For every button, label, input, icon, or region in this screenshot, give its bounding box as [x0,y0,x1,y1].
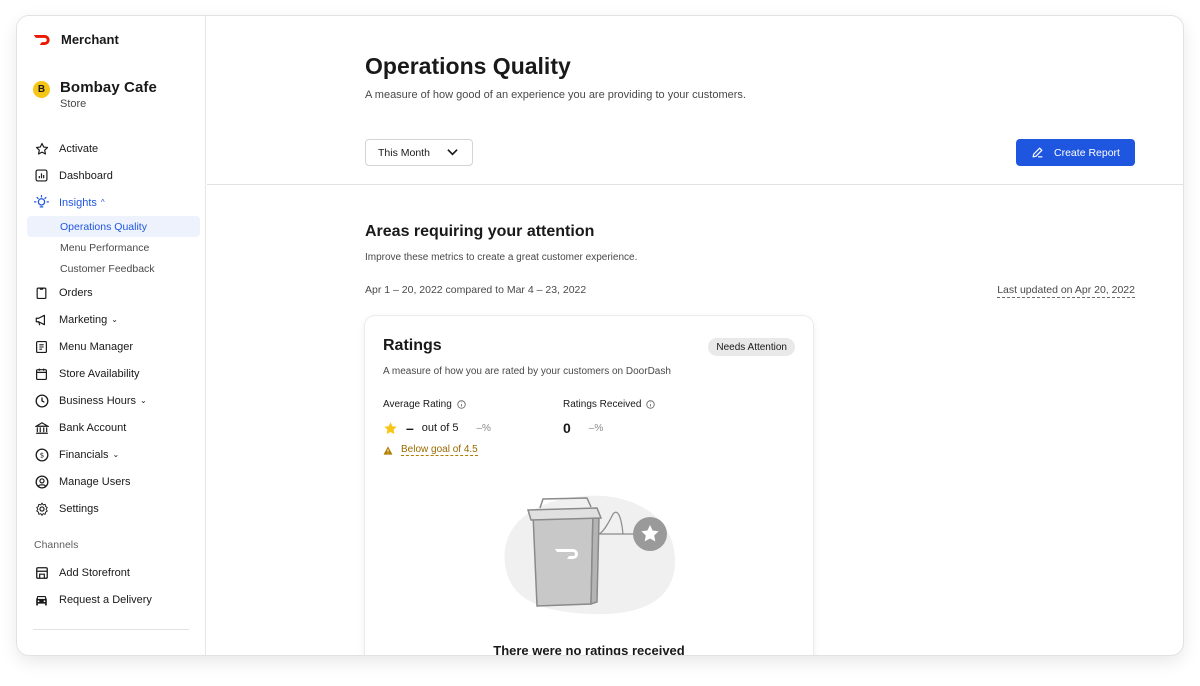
sidebar-item-manage-users[interactable]: Manage Users [17,468,205,495]
attention-subtitle: Improve these metrics to create a great … [365,252,638,263]
average-rating-label: Average Rating [383,399,452,410]
sidebar-item-label: Activate [59,142,99,155]
sidebar-item-label: Bank Account [59,421,127,434]
last-updated[interactable]: Last updated on Apr 20, 2022 [997,284,1135,298]
sidebar-item-settings[interactable]: Settings [17,495,205,522]
chevron-down-icon: ⌄ [111,315,118,324]
sidebar-item-add-storefront[interactable]: Add Storefront [17,559,205,586]
user-circle-icon [34,474,49,489]
sidebar-item-label: Dashboard [59,169,113,182]
average-rating-value: – [406,420,414,436]
store-avatar: B [33,81,50,98]
sidebar-item-marketing[interactable]: Marketing ⌄ [17,306,205,333]
info-icon[interactable] [457,400,466,409]
storefront-icon [34,565,49,580]
main-content: Operations Quality A measure of how good… [207,16,1183,655]
sidebar-item-label: Manage Users [59,475,131,488]
store-switcher[interactable]: B Bombay Cafe Store [33,79,157,110]
info-icon[interactable] [646,400,656,409]
sidebar-item-business-hours[interactable]: Business Hours ⌄ [17,387,205,414]
bank-icon [34,420,49,435]
sidebar-item-label: Store Availability [59,367,140,380]
calendar-icon [34,366,49,381]
page-title: Operations Quality [365,53,571,79]
gear-icon [34,501,49,516]
sidebar-item-label: Insights [59,196,97,209]
sidebar-subitem-customer-feedback[interactable]: Customer Feedback [27,258,200,279]
sidebar-item-dashboard[interactable]: Dashboard [17,162,205,189]
goal-warning: Below goal of 4.5 [383,444,478,456]
compare-range: Apr 1 – 20, 2022 compared to Mar 4 – 23,… [365,284,587,296]
ratings-card: Ratings Needs Attention A measure of how… [365,316,813,655]
chevron-down-icon [447,149,458,156]
pen-icon [1032,147,1043,158]
average-rating-label-group: Average Rating [383,399,466,410]
sidebar-subitem-operations-quality[interactable]: Operations Quality [27,216,200,237]
sidebar: Merchant B Bombay Cafe Store Activate Da… [17,16,206,655]
chevron-down-icon: ⌄ [112,450,120,459]
period-select[interactable]: This Month [365,139,473,166]
create-report-button[interactable]: Create Report [1016,139,1135,166]
megaphone-icon [34,312,49,327]
empty-ratings-illustration [504,495,676,615]
average-rating-suffix: out of 5 [421,422,459,434]
clipboard-icon [34,285,49,300]
sidebar-item-financials[interactable]: $ Financials ⌄ [17,441,205,468]
ratings-title: Ratings [383,337,442,354]
sidebar-item-activate[interactable]: Activate [17,135,205,162]
svg-text:$: $ [39,451,43,459]
ratings-subtitle: A measure of how you are rated by your c… [383,366,671,377]
ratings-received-label-group: Ratings Received [563,399,656,410]
sidebar-nav: Activate Dashboard Insights ^ Operations… [17,135,205,630]
sidebar-item-bank-account[interactable]: Bank Account [17,414,205,441]
lightbulb-icon [34,195,49,210]
status-badge: Needs Attention [708,338,795,356]
chevron-down-icon: ⌄ [140,396,147,405]
app-window: Merchant B Bombay Cafe Store Activate Da… [17,16,1183,655]
sidebar-item-label: Marketing [59,313,108,326]
sidebar-subitem-menu-performance[interactable]: Menu Performance [27,237,200,258]
sidebar-item-orders[interactable]: Orders [17,279,205,306]
sidebar-divider [33,629,189,630]
sidebar-item-label: Orders [59,286,93,299]
average-rating-delta: –% [476,422,491,434]
doordash-logo-icon [33,34,50,45]
ratings-received-value: 0 [563,420,571,436]
attention-title: Areas requiring your attention [365,223,595,240]
sidebar-item-label: Add Storefront [59,566,130,579]
store-type: Store [60,98,87,110]
chart-icon [34,168,49,183]
brand-name: Merchant [61,32,119,47]
page-subtitle: A measure of how good of an experience y… [365,89,746,101]
clock-icon [34,393,49,408]
ratings-received-value-row: 0 –% [563,420,603,436]
star-filled-icon [384,421,397,434]
sidebar-item-label: Menu Manager [59,340,133,353]
ratings-received-delta: –% [588,422,604,434]
sidebar-item-store-availability[interactable]: Store Availability [17,360,205,387]
sidebar-item-menu-manager[interactable]: Menu Manager [17,333,205,360]
brand[interactable]: Merchant [33,32,119,47]
warning-icon [383,445,393,455]
average-rating-value-row: – out of 5 –% [383,420,491,436]
sidebar-item-label: Request a Delivery [59,593,152,606]
sidebar-item-label: Business Hours [59,394,137,407]
store-name: Bombay Cafe [60,79,157,96]
period-select-value: This Month [378,146,430,159]
header-divider [207,184,1183,185]
menu-icon [34,339,49,354]
empty-ratings-message: There were no ratings received [493,643,685,655]
sidebar-item-label: Settings [59,502,99,515]
sidebar-item-insights[interactable]: Insights ^ [17,189,205,216]
car-icon [34,592,49,607]
star-icon [34,141,49,156]
create-report-label: Create Report [1054,146,1120,159]
sidebar-item-label: Financials [59,448,109,461]
dollar-icon: $ [34,447,49,462]
below-goal-link[interactable]: Below goal of 4.5 [401,444,478,456]
ratings-received-label: Ratings Received [563,399,642,410]
chevron-up-icon: ^ [100,198,105,207]
channels-section-label: Channels [34,539,79,551]
sidebar-item-request-delivery[interactable]: Request a Delivery [17,586,205,613]
